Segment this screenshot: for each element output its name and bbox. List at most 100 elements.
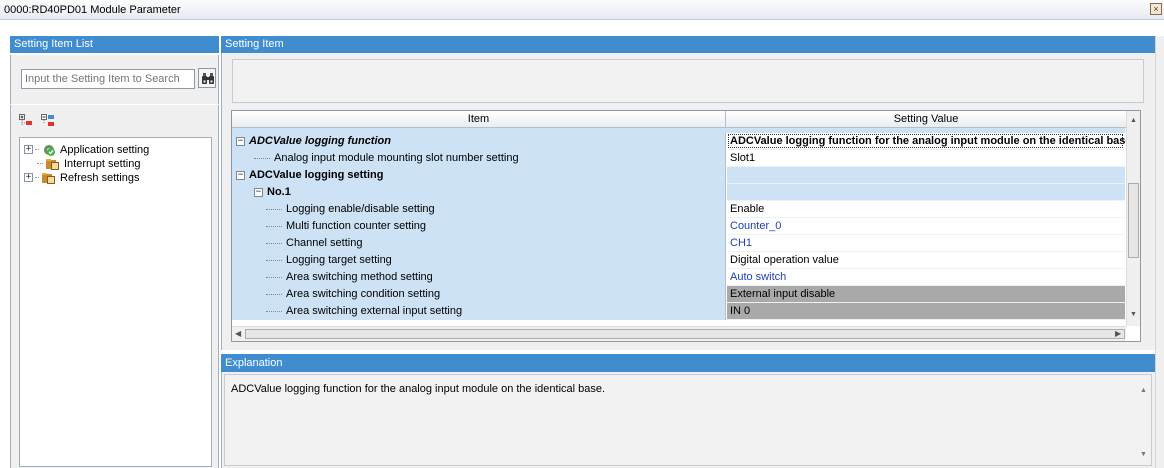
grid-cell-item[interactable]: Analog input module mounting slot number…: [232, 150, 726, 167]
scroll-down-icon[interactable]: ▼: [1140, 451, 1147, 458]
explanation-box: ADCValue logging function for the analog…: [224, 374, 1152, 466]
column-header-setting-value[interactable]: Setting Value: [727, 111, 1125, 128]
grid-value-text: Digital operation value: [730, 254, 839, 266]
grid-item-label: No.1: [267, 186, 291, 198]
tree-connector: [266, 242, 282, 244]
setting-item-title: Setting Item: [221, 36, 1155, 53]
tree-item-label: Refresh settings: [60, 171, 140, 184]
grid-cell-setting-value[interactable]: IN 0: [727, 303, 1125, 320]
grid-item-label: Area switching method setting: [286, 271, 433, 283]
grid-item-label: Analog input module mounting slot number…: [274, 152, 519, 164]
grid-header: Item Setting Value: [232, 111, 1140, 128]
expand-icon[interactable]: +: [24, 173, 33, 182]
tree-area: + Application setting Interrupt setting …: [10, 105, 219, 468]
grid-row[interactable]: − ADCValue logging function ADCValue loggi…: [232, 133, 1135, 150]
tree-connector: [266, 225, 282, 227]
tree-item-interrupt-setting[interactable]: Interrupt setting: [37, 156, 140, 171]
expand-icon[interactable]: +: [24, 145, 33, 154]
grid-row[interactable]: Area switching condition setting External…: [232, 286, 1125, 303]
grid-cell-setting-value[interactable]: Slot1: [727, 150, 1125, 167]
setting-item-toolbar: [232, 59, 1144, 103]
grid-cell-item[interactable]: Logging target setting: [232, 252, 726, 269]
tree-connector: [266, 259, 282, 261]
grid-cell-setting-value[interactable]: Counter_0: [727, 218, 1125, 235]
explanation-scrollbar[interactable]: ▲ ▼: [1137, 375, 1151, 465]
search-button[interactable]: [198, 68, 216, 88]
setting-item-list-header: Setting Item List: [10, 36, 219, 53]
close-icon: ×: [1153, 4, 1159, 14]
grid-cell-item[interactable]: − No.1: [232, 184, 726, 201]
scroll-up-icon[interactable]: ▲: [1140, 387, 1147, 394]
scroll-thumb[interactable]: [245, 329, 1125, 339]
grid-cell-setting-value[interactable]: External input disable: [727, 286, 1125, 303]
close-button[interactable]: ×: [1150, 3, 1162, 15]
setting-item-list-title: Setting Item List: [10, 36, 219, 53]
collapse-icon[interactable]: −: [254, 187, 263, 197]
window-title: 0000:RD40PD01 Module Parameter: [4, 4, 181, 16]
grid-horizontal-scrollbar[interactable]: ◀ ▶: [232, 326, 1126, 341]
grid-cell-setting-value[interactable]: [727, 167, 1125, 184]
grid-value-text: External input disable: [730, 288, 836, 300]
grid-value-text: Enable: [730, 203, 765, 215]
grid-row[interactable]: − ADCValue logging setting: [232, 167, 1125, 184]
search-area: [10, 55, 219, 104]
explanation-header: Explanation: [221, 354, 1155, 372]
settings-folder-icon: [45, 157, 61, 171]
grid-cell-setting-value[interactable]: CH1: [727, 235, 1125, 252]
grid-cell-setting-value[interactable]: ADCValue logging function for the analog…: [727, 133, 1135, 150]
grid-cell-item[interactable]: − ADCValue logging setting: [232, 167, 726, 184]
grid-row[interactable]: − No.1: [232, 184, 1125, 201]
tree-connector: [254, 157, 270, 159]
setting-tree: + Application setting Interrupt setting …: [19, 137, 212, 467]
grid-value-text: Auto switch: [730, 271, 787, 283]
grid-cell-item[interactable]: Area switching method setting: [232, 269, 726, 286]
scroll-thumb[interactable]: [1128, 183, 1139, 258]
grid-cell-item[interactable]: Channel setting: [232, 235, 726, 252]
grid-item-label: Area switching external input setting: [286, 305, 463, 317]
grid-row[interactable]: Area switching method setting Auto switch: [232, 269, 1125, 286]
grid-row[interactable]: Area switching external input setting IN …: [232, 303, 1125, 320]
grid-row[interactable]: Logging enable/disable setting Enable: [232, 201, 1125, 218]
grid-cell-setting-value[interactable]: Digital operation value: [727, 252, 1125, 269]
grid-item-label: Multi function counter setting: [286, 220, 427, 232]
tree-item-refresh-settings[interactable]: + Refresh settings: [24, 170, 139, 185]
tree-item-application-setting[interactable]: + Application setting: [24, 142, 149, 157]
expand-all-icon[interactable]: [19, 114, 33, 128]
tree-connector: [266, 310, 282, 312]
grid-cell-item[interactable]: − ADCValue logging function: [232, 133, 726, 150]
grid-cell-setting-value[interactable]: Auto switch: [727, 269, 1125, 286]
tree-connector: [266, 293, 282, 295]
grid-cell-item[interactable]: Area switching condition setting: [232, 286, 726, 303]
search-input[interactable]: [21, 69, 195, 89]
collapse-all-icon[interactable]: [41, 114, 55, 128]
explanation-area: ADCValue logging function for the analog…: [221, 372, 1155, 468]
grid-cell-item[interactable]: Area switching external input setting: [232, 303, 726, 320]
grid-cell-item[interactable]: Logging enable/disable setting: [232, 201, 726, 218]
window-titlebar: 0000:RD40PD01 Module Parameter ×: [0, 0, 1164, 20]
outer-vertical-scrollbar[interactable]: [1155, 36, 1164, 468]
grid-item-label: Area switching condition setting: [286, 288, 441, 300]
column-header-item[interactable]: Item: [232, 111, 726, 128]
scroll-right-icon[interactable]: ▶: [1115, 329, 1121, 338]
grid-row[interactable]: Multi function counter setting Counter_0: [232, 218, 1125, 235]
grid-row[interactable]: Analog input module mounting slot number…: [232, 150, 1125, 167]
grid-cell-setting-value[interactable]: [727, 184, 1125, 201]
grid-value-text: Counter_0: [730, 220, 782, 232]
focus-rectangle: [728, 134, 1123, 148]
scroll-down-icon[interactable]: ▼: [1130, 311, 1137, 318]
scroll-left-icon[interactable]: ◀: [235, 329, 241, 338]
grid-row[interactable]: Logging target setting Digital operation …: [232, 252, 1125, 269]
grid-row[interactable]: Channel setting CH1: [232, 235, 1125, 252]
setting-item-toolbar-area: [221, 53, 1155, 108]
grid-item-label: Logging enable/disable setting: [286, 203, 435, 215]
grid-cell-item[interactable]: Multi function counter setting: [232, 218, 726, 235]
collapse-icon[interactable]: −: [236, 136, 245, 146]
grid-value-text: CH1: [730, 237, 753, 249]
grid-value-text: IN 0: [730, 305, 751, 317]
grid-item-label: ADCValue logging function: [249, 135, 391, 147]
grid-vertical-scrollbar[interactable]: ▲ ▼: [1126, 111, 1140, 326]
grid-cell-setting-value[interactable]: Enable: [727, 201, 1125, 218]
grid-item-label: ADCValue logging setting: [249, 169, 384, 181]
collapse-icon[interactable]: −: [236, 170, 245, 180]
scroll-up-icon[interactable]: ▲: [1130, 117, 1137, 124]
